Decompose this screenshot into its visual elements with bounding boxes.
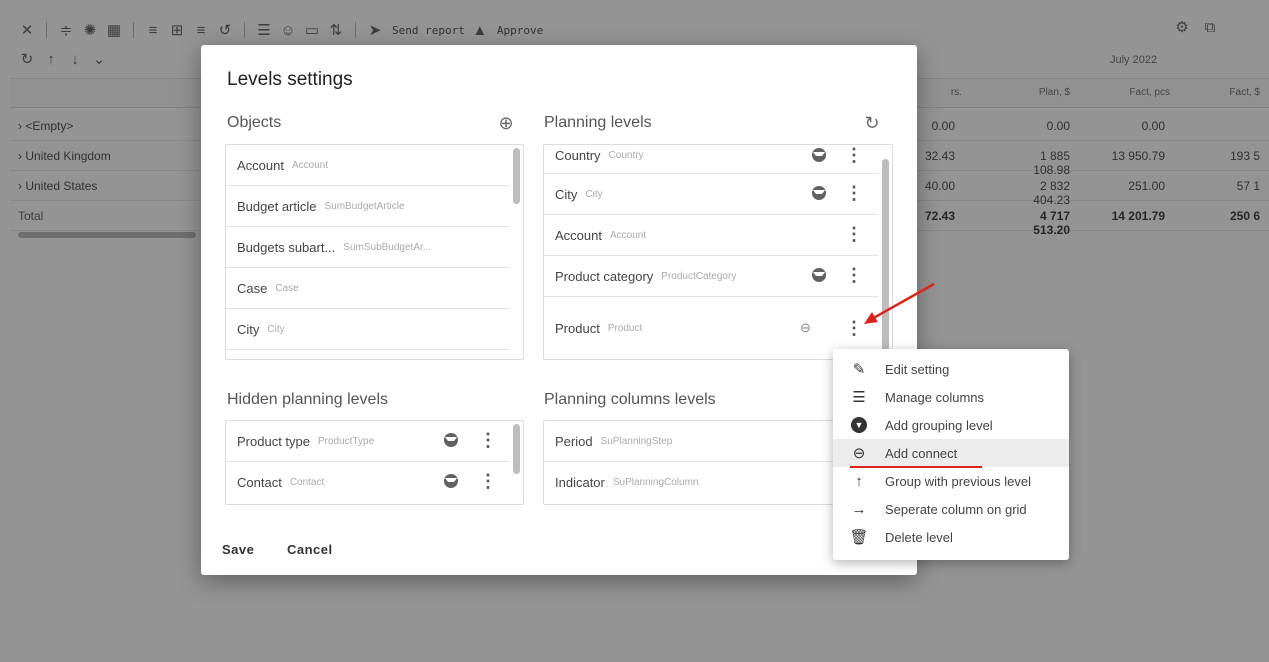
hidden-levels-title: Hidden planning levels [227, 391, 388, 408]
list-item[interactable]: Country Country ⋮ [544, 145, 878, 174]
trash-icon: 🗑 [849, 529, 869, 546]
grouping-icon[interactable] [812, 268, 826, 282]
menu-item-delete-level[interactable]: 🗑 Delete level [833, 523, 1069, 551]
more-vertical-icon[interactable]: ⋮ [845, 183, 863, 203]
link-icon[interactable]: ⊖ [800, 320, 811, 336]
menu-item-label: Add connect [885, 445, 958, 461]
item-name: Product type [237, 433, 310, 449]
menu-item-group-with-previous[interactable]: ↑ Group with previous level [833, 467, 1069, 495]
menu-item-label: Seperate column on grid [885, 501, 1027, 517]
columns-levels-title: Planning columns levels [544, 391, 716, 408]
item-code: ProductType [318, 435, 375, 447]
grouping-icon[interactable] [444, 474, 458, 488]
menu-item-separate-column[interactable]: → Seperate column on grid [833, 495, 1069, 523]
list-item[interactable]: Budgets subart... SumSubBudgetAr... [226, 227, 509, 268]
item-name: Case [237, 280, 268, 296]
item-name: Country [555, 147, 601, 163]
pencil-icon: ✎ [852, 361, 866, 378]
item-code: Account [291, 159, 329, 171]
planning-levels-title: Planning levels [544, 114, 652, 131]
menu-item-label: Delete level [885, 529, 953, 545]
grouping-icon[interactable] [444, 433, 458, 447]
list-item[interactable]: City City ⋮ [544, 174, 878, 215]
more-vertical-icon[interactable]: ⋮ [479, 471, 497, 491]
menu-item-label: Add grouping level [885, 417, 993, 433]
item-code: Contact [289, 477, 325, 488]
save-button[interactable]: Save [222, 542, 254, 557]
level-context-menu: ✎ Edit setting ☰ Manage columns ▼ Add gr… [833, 349, 1069, 560]
dialog-title: Levels settings [227, 69, 353, 90]
list-item[interactable]: City City [226, 309, 509, 350]
item-code: SumSubBudgetAr... [343, 241, 432, 253]
list-item[interactable]: Contact Contact ⋮ [226, 462, 509, 503]
list-item[interactable]: Account Account ⋮ [544, 215, 878, 256]
item-code: Country [608, 149, 644, 161]
annotation-arrow-icon [864, 282, 935, 324]
planning-levels-list: Country Country ⋮ City City ⋮ Account Accou… [543, 144, 893, 360]
cancel-button[interactable]: Cancel [287, 542, 333, 557]
item-code: City [585, 188, 603, 200]
arrow-up-icon: ↑ [855, 472, 863, 490]
item-code: SumBudgetArticle [324, 200, 405, 212]
reset-icon[interactable]: ↻ [861, 112, 883, 134]
add-circle-icon[interactable]: ⊕ [495, 112, 517, 134]
scrollbar-thumb[interactable] [513, 148, 520, 204]
item-name: City [555, 186, 578, 202]
item-name: Product category [555, 268, 654, 284]
item-name: Budget article [237, 198, 317, 214]
item-name: Budgets subart... [237, 239, 336, 255]
objects-title: Objects [227, 114, 282, 131]
item-name: Account [555, 227, 602, 243]
item-code: Product [607, 322, 643, 334]
circle-chevron-down-icon: ▼ [833, 417, 885, 433]
arrow-right-icon: → [851, 500, 867, 518]
more-vertical-icon[interactable]: ⋮ [845, 145, 863, 165]
annotation-underline [850, 466, 982, 468]
hidden-levels-list: Product type ProductType ⋮ Contact Contact… [225, 420, 524, 505]
link-icon: ⊖ [852, 445, 866, 462]
list-item[interactable]: Case Case [226, 268, 509, 309]
more-vertical-icon[interactable]: ⋮ [845, 265, 863, 285]
item-code: Account [609, 229, 647, 241]
item-code: SuPlanningStep [600, 435, 673, 447]
item-name: Product [555, 320, 600, 336]
more-vertical-icon[interactable]: ⋮ [479, 430, 497, 450]
list-item[interactable]: Product Product ⊖ ⋮ [544, 297, 878, 359]
item-name: Contact [237, 475, 282, 490]
levels-settings-dialog: Levels settings Objects ⊕ Account Account… [201, 45, 917, 575]
item-name: Indicator [555, 475, 605, 490]
menu-item-add-grouping-level[interactable]: ▼ Add grouping level [833, 411, 1069, 439]
item-code: City [267, 323, 285, 335]
menu-item-label: Group with previous level [885, 473, 1031, 489]
grouping-icon[interactable] [812, 148, 826, 162]
item-name: City [237, 321, 260, 337]
grouping-icon[interactable] [812, 186, 826, 200]
item-name: Account [237, 157, 284, 173]
item-code: ProductCategory [661, 270, 737, 282]
scrollbar-thumb[interactable] [513, 424, 520, 474]
item-code: Case [275, 282, 299, 294]
list-item[interactable]: Budget article SumBudgetArticle [226, 186, 509, 227]
item-name: Period [555, 433, 593, 449]
more-vertical-icon[interactable]: ⋮ [845, 318, 863, 338]
list-icon: ☰ [852, 389, 866, 406]
item-code: SuPlanningColumn [612, 477, 699, 488]
list-item[interactable]: Product type ProductType ⋮ [226, 421, 509, 462]
list-item[interactable]: Account Account [226, 145, 509, 186]
menu-item-manage-columns[interactable]: ☰ Manage columns [833, 383, 1069, 411]
menu-item-edit-setting[interactable]: ✎ Edit setting [833, 355, 1069, 383]
objects-list: Account Account Budget article SumBudgetAr… [225, 144, 524, 360]
menu-item-label: Edit setting [885, 361, 950, 377]
menu-item-add-connect[interactable]: ⊖ Add connect [833, 439, 1069, 467]
menu-item-label: Manage columns [885, 389, 984, 405]
list-item[interactable]: Product category ProductCategory ⋮ [544, 256, 878, 297]
more-vertical-icon[interactable]: ⋮ [845, 224, 863, 244]
